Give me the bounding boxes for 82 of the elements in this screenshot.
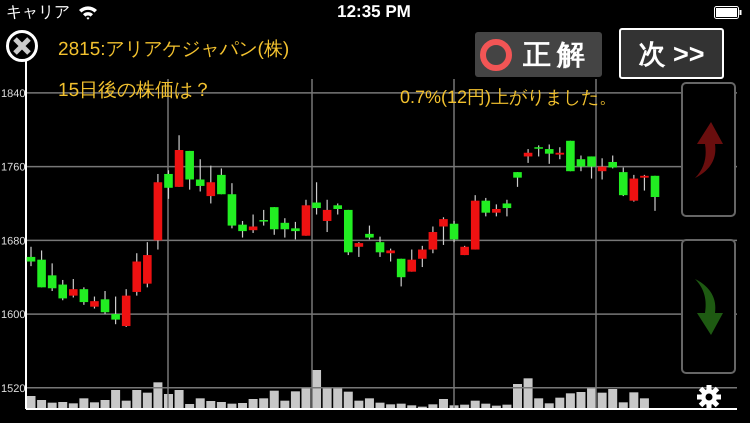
down-guess-button[interactable]	[681, 239, 736, 374]
candle	[439, 217, 448, 245]
close-icon	[13, 37, 31, 55]
candle	[365, 226, 374, 240]
settings-icon	[697, 385, 721, 409]
candle	[640, 174, 649, 191]
candle	[280, 218, 290, 238]
candle	[111, 296, 120, 324]
candle	[26, 246, 36, 266]
candle	[450, 220, 458, 242]
up-guess-button[interactable]	[681, 82, 736, 217]
candle	[37, 250, 46, 288]
candle	[376, 236, 384, 257]
candle	[217, 168, 226, 194]
candle	[248, 214, 258, 233]
candle	[492, 204, 501, 216]
candle	[164, 170, 173, 199]
candle	[69, 279, 78, 298]
close-button[interactable]	[6, 30, 38, 62]
wifi-icon	[78, 4, 98, 20]
candle	[90, 296, 99, 309]
candle	[460, 246, 469, 256]
candle	[470, 195, 480, 250]
candle	[587, 156, 596, 179]
candle	[302, 200, 310, 236]
candle	[502, 200, 512, 216]
candle	[196, 159, 205, 192]
axis-label: 1600	[1, 309, 26, 322]
axis-label: 1760	[1, 162, 26, 174]
battery-icon	[714, 6, 742, 18]
candle	[630, 174, 638, 202]
candle	[598, 158, 606, 180]
candle	[556, 147, 564, 160]
circle-icon	[479, 38, 513, 72]
axis-label: 1680	[1, 235, 26, 248]
question-text: 15日後の株価は？	[58, 79, 212, 103]
candle	[228, 183, 236, 228]
carrier-name: キャリア	[6, 2, 70, 22]
candle	[132, 253, 142, 296]
answer-label: 正解	[523, 38, 591, 72]
candle	[544, 144, 554, 164]
candle	[344, 210, 353, 256]
candle	[80, 287, 88, 305]
candle	[206, 166, 216, 204]
candle	[618, 168, 628, 196]
candle	[396, 258, 406, 286]
candle	[291, 222, 300, 240]
candle	[608, 156, 617, 168]
candle	[534, 145, 543, 156]
result-text: 0.7%(12円)上がりました。	[400, 86, 618, 109]
candle	[174, 135, 184, 187]
candle	[312, 182, 321, 215]
candle	[238, 220, 247, 238]
settings-button[interactable]	[697, 385, 721, 409]
candle	[333, 203, 342, 215]
candle	[650, 176, 660, 211]
candle	[576, 156, 586, 172]
curved-up-arrow-icon	[692, 122, 724, 178]
candle	[143, 242, 152, 288]
candle	[185, 150, 194, 190]
stock-title: 2815:アリアケジャパン(株)	[58, 38, 290, 62]
candle	[122, 289, 130, 327]
candle	[418, 246, 427, 268]
candle	[270, 207, 279, 235]
candle	[58, 280, 68, 300]
candle	[513, 172, 522, 187]
candle	[354, 242, 364, 257]
candle	[322, 200, 332, 232]
candle	[481, 198, 490, 216]
candle	[428, 226, 438, 254]
axis-label: 1840	[1, 88, 26, 100]
next-button[interactable]: 次 >>	[619, 28, 724, 79]
candle	[566, 140, 575, 172]
status-time: 12:35 PM	[337, 2, 411, 22]
candle	[386, 248, 395, 262]
candle	[407, 250, 416, 272]
candle	[100, 291, 110, 314]
candle	[259, 210, 268, 226]
candle	[524, 149, 532, 163]
candle	[48, 263, 56, 292]
axis-label: 1520	[1, 382, 26, 395]
curved-down-arrow-icon	[692, 278, 724, 334]
